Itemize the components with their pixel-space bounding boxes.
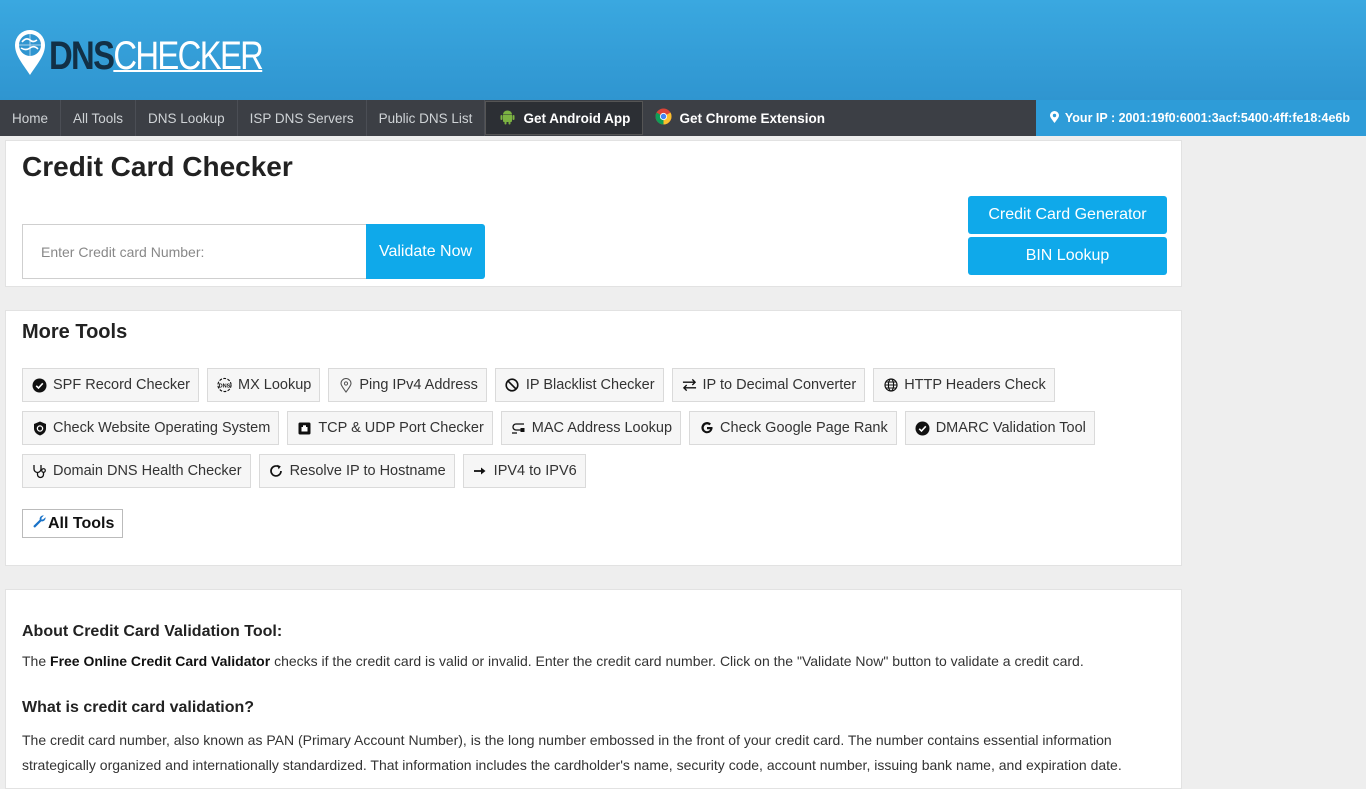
tool-label: Domain DNS Health Checker: [53, 463, 242, 479]
site-header: DNS CHECKER: [0, 0, 1366, 100]
about-prefix: The: [22, 653, 51, 669]
tool-label: Check Website Operating System: [53, 420, 271, 436]
tool-label: Check Google Page Rank: [720, 420, 888, 436]
nav-dns-lookup[interactable]: DNS Lookup: [136, 100, 238, 136]
logo-checker-text: CHECKER: [113, 34, 264, 78]
chrome-icon: [655, 108, 672, 128]
tool-dmarc-validation-tool[interactable]: DMARC Validation Tool: [904, 411, 1095, 445]
tool-mx-lookup[interactable]: DNS MX Lookup: [207, 368, 321, 402]
stethoscope-icon: [32, 464, 47, 479]
svg-text:DNS: DNS: [219, 383, 231, 389]
tool-ip-to-decimal-converter[interactable]: IP to Decimal Converter: [671, 368, 866, 402]
nav-public-dns-list[interactable]: Public DNS List: [367, 100, 486, 136]
check-circle-icon: [32, 378, 47, 393]
about-rest: checks if the credit card is valid or in…: [270, 653, 1084, 669]
location-pin-icon: [338, 377, 353, 393]
nav-get-android-app[interactable]: Get Android App: [485, 101, 644, 135]
tool-domain-dns-health-checker[interactable]: Domain DNS Health Checker: [22, 454, 251, 488]
arrow-right-icon: [473, 464, 488, 479]
google-icon: [699, 421, 714, 436]
tool-label: IPV4 to IPV6: [493, 463, 577, 479]
tool-label: DMARC Validation Tool: [935, 420, 1086, 436]
tool-label: MX Lookup: [238, 377, 312, 393]
logo-dns-text: DNS: [49, 34, 115, 78]
android-icon: [500, 109, 515, 128]
refresh-icon: [269, 464, 284, 479]
checker-panel: Credit Card Checker Validate Now Credit …: [5, 140, 1182, 287]
exchange-icon: [682, 378, 697, 393]
nav-all-tools[interactable]: All Tools: [61, 100, 137, 136]
map-marker-icon: [1049, 110, 1059, 126]
globe-pin-icon: [13, 28, 47, 76]
tool-tcp-udp-port-checker[interactable]: TCP & UDP Port Checker: [287, 411, 493, 445]
check-circle-icon: [915, 421, 930, 436]
tool-check-google-page-rank[interactable]: Check Google Page Rank: [689, 411, 897, 445]
globe-icon: [883, 378, 898, 393]
validate-now-button[interactable]: Validate Now: [366, 224, 485, 279]
about-bold-term: Free Online Credit Card Validator: [50, 653, 271, 669]
wrench-icon: [32, 514, 47, 534]
what-is-validation-text: The credit card number, also known as PA…: [22, 732, 1122, 773]
tool-mac-address-lookup[interactable]: MAC Address Lookup: [500, 411, 682, 445]
gear-shield-icon: [32, 421, 47, 436]
all-tools-label: All Tools: [48, 514, 115, 532]
port-icon: [297, 421, 312, 436]
cable-icon: [511, 421, 526, 436]
site-logo[interactable]: DNS CHECKER: [13, 24, 309, 76]
main-nav: Home All Tools DNS Lookup ISP DNS Server…: [0, 100, 1366, 136]
ban-icon: [505, 378, 520, 393]
your-ip-text: Your IP : 2001:19f0:6001:3acf:5400:4ff:f…: [1064, 111, 1350, 125]
tool-label: SPF Record Checker: [53, 377, 190, 393]
about-heading: About Credit Card Validation Tool:: [22, 623, 283, 640]
all-tools-button[interactable]: All Tools: [22, 509, 124, 538]
tool-label: Resolve IP to Hostname: [289, 463, 446, 479]
tool-ip-blacklist-checker[interactable]: IP Blacklist Checker: [494, 368, 664, 402]
tool-check-website-operating-system[interactable]: Check Website Operating System: [22, 411, 280, 445]
tool-label: MAC Address Lookup: [531, 420, 673, 436]
tool-http-headers-check[interactable]: HTTP Headers Check: [873, 368, 1055, 402]
tool-ipv4-to-ipv6[interactable]: IPV4 to IPV6: [462, 454, 586, 488]
what-is-validation-heading: What is credit card validation?: [22, 699, 255, 716]
credit-card-generator-button[interactable]: Credit Card Generator: [968, 196, 1167, 234]
tool-label: TCP & UDP Port Checker: [318, 420, 484, 436]
about-panel: About Credit Card Validation Tool: The F…: [5, 589, 1182, 789]
chrome-extension-label: Get Chrome Extension: [679, 110, 825, 126]
tool-label: HTTP Headers Check: [904, 377, 1046, 393]
tool-resolve-ip-to-hostname[interactable]: Resolve IP to Hostname: [258, 454, 455, 488]
bin-lookup-button[interactable]: BIN Lookup: [968, 237, 1167, 275]
more-tools-panel: More Tools SPF Record Checker DNS MX Loo…: [5, 310, 1182, 566]
credit-card-number-input[interactable]: [22, 224, 366, 279]
nav-home[interactable]: Home: [0, 100, 62, 136]
tool-label: IP Blacklist Checker: [525, 377, 655, 393]
tool-ping-ipv4-address[interactable]: Ping IPv4 Address: [328, 368, 487, 402]
your-ip-badge: Your IP : 2001:19f0:6001:3acf:5400:4ff:f…: [1035, 100, 1366, 136]
tools-list: SPF Record Checker DNS MX Lookup Ping IP…: [22, 368, 1172, 488]
tool-label: IP to Decimal Converter: [702, 377, 857, 393]
tool-spf-record-checker[interactable]: SPF Record Checker: [22, 368, 199, 402]
nav-get-chrome-extension[interactable]: Get Chrome Extension: [643, 100, 837, 136]
android-app-label: Get Android App: [523, 110, 631, 126]
nav-isp-dns-servers[interactable]: ISP DNS Servers: [238, 100, 367, 136]
page-title: Credit Card Checker: [22, 151, 293, 182]
dns-icon: DNS: [217, 377, 232, 393]
tool-label: Ping IPv4 Address: [359, 377, 478, 393]
more-tools-title: More Tools: [22, 321, 128, 343]
about-paragraph: The Free Online Credit Card Validator ch…: [22, 653, 1084, 669]
